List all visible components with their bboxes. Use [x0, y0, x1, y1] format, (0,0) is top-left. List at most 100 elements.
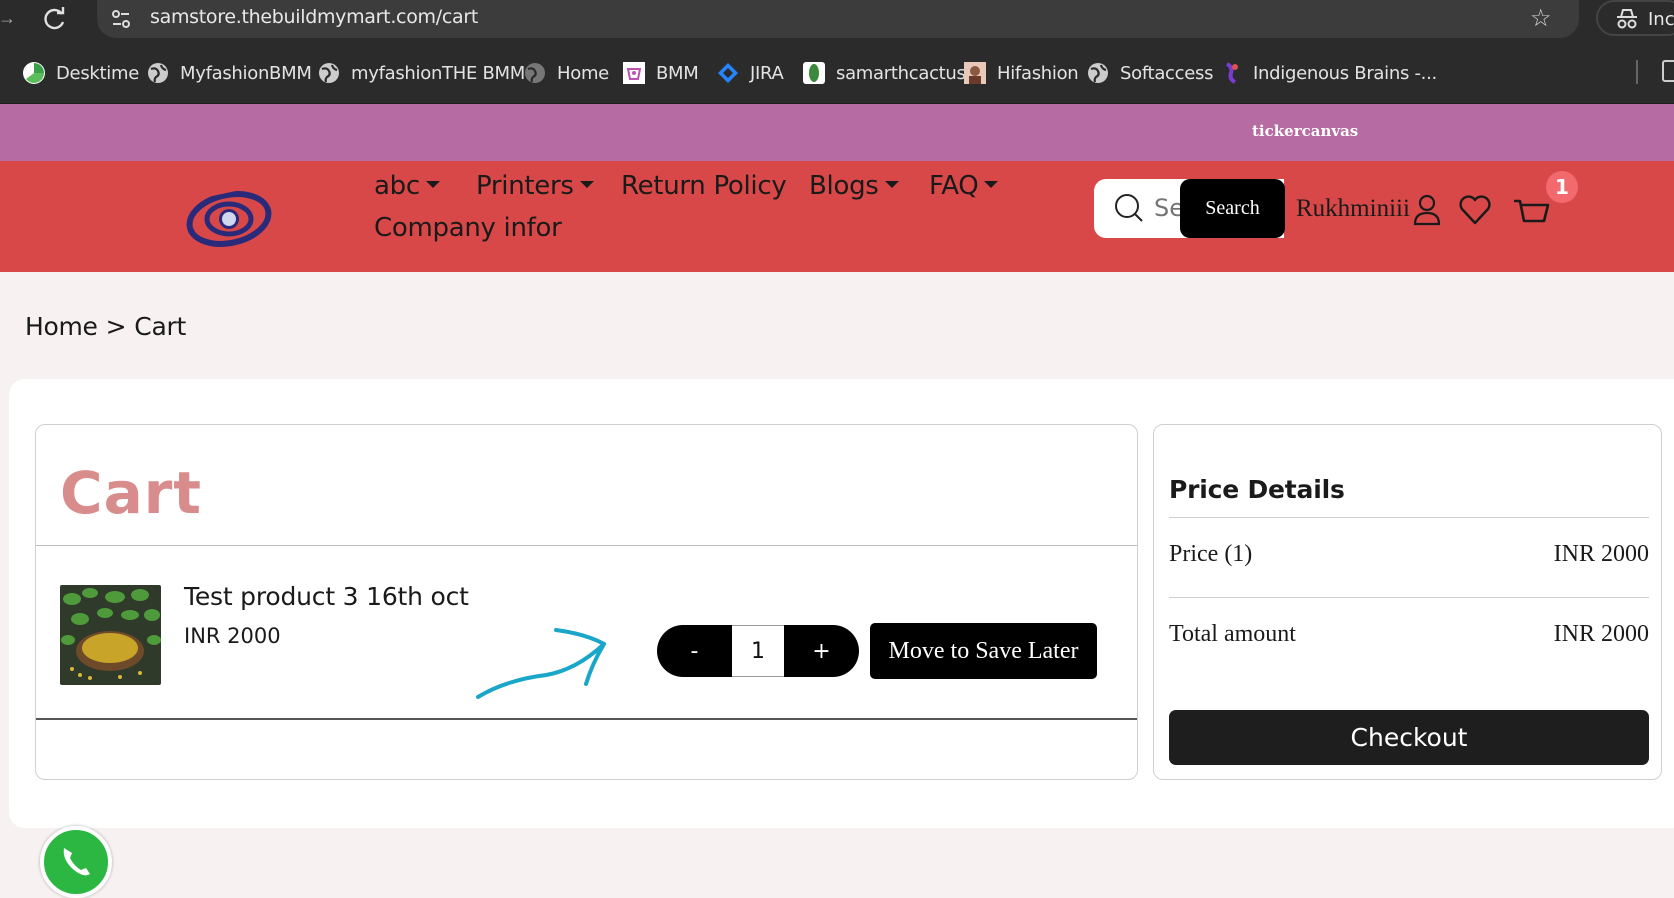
price-label: Price (1) — [1169, 541, 1253, 567]
nav-faq-label: FAQ — [929, 171, 979, 201]
site-settings-icon[interactable] — [108, 6, 134, 32]
browser-toolbar: → samstore.thebuildmymart.com/cart ☆ Inc — [0, 0, 1674, 40]
bookmark-star-icon[interactable]: ☆ — [1530, 4, 1552, 33]
annotation-arrow — [476, 628, 606, 699]
nav-return-policy-label: Return Policy — [621, 171, 787, 201]
ticker-bar: tickercanvas — [0, 104, 1674, 161]
divider — [1169, 517, 1649, 518]
user-icon[interactable] — [1410, 193, 1444, 227]
globe-icon — [319, 63, 339, 83]
site-header: abc Printers Return Policy Blogs FAQ Com… — [0, 161, 1674, 272]
heart-icon[interactable] — [1458, 193, 1492, 227]
divider — [1169, 597, 1649, 598]
chevron-down-icon — [984, 180, 999, 188]
cart-count-badge: 1 — [1546, 171, 1578, 203]
nav-company-infor-label: Company infor — [374, 213, 562, 243]
checkout-button[interactable]: Checkout — [1169, 710, 1649, 765]
breadcrumb-home[interactable]: Home — [25, 312, 98, 341]
quantity-input[interactable] — [732, 625, 784, 677]
total-value: INR 2000 — [1553, 621, 1649, 647]
nav-printers[interactable]: Printers — [476, 171, 594, 201]
incognito-label: Inc — [1648, 9, 1674, 30]
bookmarks-separator — [1636, 60, 1638, 84]
globe-icon — [1088, 63, 1108, 83]
price-details-title: Price Details — [1169, 475, 1345, 504]
username[interactable]: Rukhminiii — [1296, 195, 1410, 223]
breadcrumb-current: Cart — [134, 312, 186, 341]
nav-blogs[interactable]: Blogs — [809, 171, 899, 201]
bookmark-label: Softaccess — [1120, 62, 1214, 84]
bookmark-label: Hifashion — [997, 62, 1079, 84]
all-bookmarks-icon[interactable] — [1662, 60, 1674, 82]
product-thumbnail[interactable] — [60, 585, 161, 685]
total-label: Total amount — [1169, 621, 1296, 647]
ticker-text: tickercanvas — [1252, 122, 1359, 140]
chevron-down-icon — [425, 180, 440, 188]
search-button[interactable]: Search — [1180, 179, 1285, 238]
brand-logo[interactable] — [183, 181, 273, 253]
nav-faq[interactable]: FAQ — [929, 171, 999, 201]
product-price: INR 2000 — [184, 624, 281, 648]
whatsapp-icon — [63, 848, 90, 876]
hifashion-icon — [964, 62, 986, 84]
breadcrumb-separator: > — [105, 312, 127, 341]
product-name[interactable]: Test product 3 16th oct — [184, 582, 469, 611]
cart-title: Cart — [60, 459, 203, 527]
bookmark-myfashionbmm[interactable]: MyfashionBMM — [146, 60, 312, 86]
increase-quantity-button[interactable]: + — [784, 625, 859, 677]
bookmark-label: myfashionTHE BMM — [351, 62, 525, 84]
globe-icon — [148, 63, 168, 83]
bookmark-label: BMM — [656, 62, 699, 84]
bookmark-label: Home — [557, 62, 609, 84]
search-icon — [1115, 194, 1143, 222]
indigenous-icon — [1226, 62, 1238, 84]
decrease-quantity-button[interactable]: - — [657, 625, 732, 677]
breadcrumb: Home > Cart — [25, 312, 186, 341]
divider — [36, 718, 1137, 720]
total-row: Total amount INR 2000 — [1169, 621, 1649, 648]
bookmark-hifashion[interactable]: Hifashion — [963, 60, 1079, 86]
price-details-card: Price Details Price (1) INR 2000 Total a… — [1153, 424, 1662, 780]
bookmark-samarthcactus[interactable]: samarthcactus — [802, 60, 966, 86]
search-input[interactable] — [1154, 191, 1182, 225]
bookmarks-bar: Desktime MyfashionBMM myfashionTHE BMM H… — [0, 40, 1674, 104]
price-value: INR 2000 — [1553, 541, 1649, 567]
incognito-indicator[interactable]: Inc — [1596, 0, 1674, 36]
bookmark-softaccess[interactable]: Softaccess — [1086, 60, 1213, 86]
jira-icon — [718, 63, 738, 83]
incognito-icon — [1617, 9, 1637, 29]
bookmark-bmm[interactable]: BMM — [622, 60, 699, 86]
bookmark-indigenous-brains[interactable]: Indigenous Brains -... — [1219, 60, 1437, 86]
bookmark-label: Indigenous Brains -... — [1253, 62, 1437, 84]
bookmark-label: Desktime — [56, 62, 140, 84]
cart-icon[interactable] — [1512, 193, 1550, 227]
globe-icon — [525, 63, 545, 83]
whatsapp-button[interactable] — [40, 826, 112, 898]
nav-blogs-label: Blogs — [809, 171, 879, 201]
divider — [36, 545, 1137, 546]
move-to-save-later-button[interactable]: Move to Save Later — [870, 623, 1097, 679]
forward-icon[interactable]: → — [0, 8, 16, 29]
bookmark-myfashionthe-bmm[interactable]: myfashionTHE BMM — [317, 60, 525, 86]
nav-abc[interactable]: abc — [374, 171, 440, 201]
quantity-stepper: - + — [657, 625, 859, 677]
desktime-icon — [23, 62, 45, 84]
cart-card: Cart Test product 3 16th oct INR 2000 - … — [35, 424, 1138, 780]
bmm-icon — [623, 62, 645, 84]
price-row: Price (1) INR 2000 — [1169, 541, 1649, 568]
bookmark-desktime[interactable]: Desktime — [22, 60, 139, 86]
cactus-icon — [803, 62, 825, 84]
chevron-down-icon — [579, 180, 594, 188]
bookmark-home[interactable]: Home — [523, 60, 609, 86]
bookmark-jira[interactable]: JIRA — [716, 60, 784, 86]
reload-icon[interactable] — [40, 4, 70, 34]
bookmark-label: JIRA — [750, 62, 784, 84]
chevron-down-icon — [884, 180, 899, 188]
nav-return-policy[interactable]: Return Policy — [621, 171, 787, 201]
nav-company-infor[interactable]: Company infor — [374, 213, 562, 243]
nav-printers-label: Printers — [476, 171, 574, 201]
url-text[interactable]: samstore.thebuildmymart.com/cart — [150, 6, 478, 28]
bookmark-label: samarthcactus — [836, 62, 966, 84]
nav-abc-label: abc — [374, 171, 420, 201]
bookmark-label: MyfashionBMM — [180, 62, 312, 84]
